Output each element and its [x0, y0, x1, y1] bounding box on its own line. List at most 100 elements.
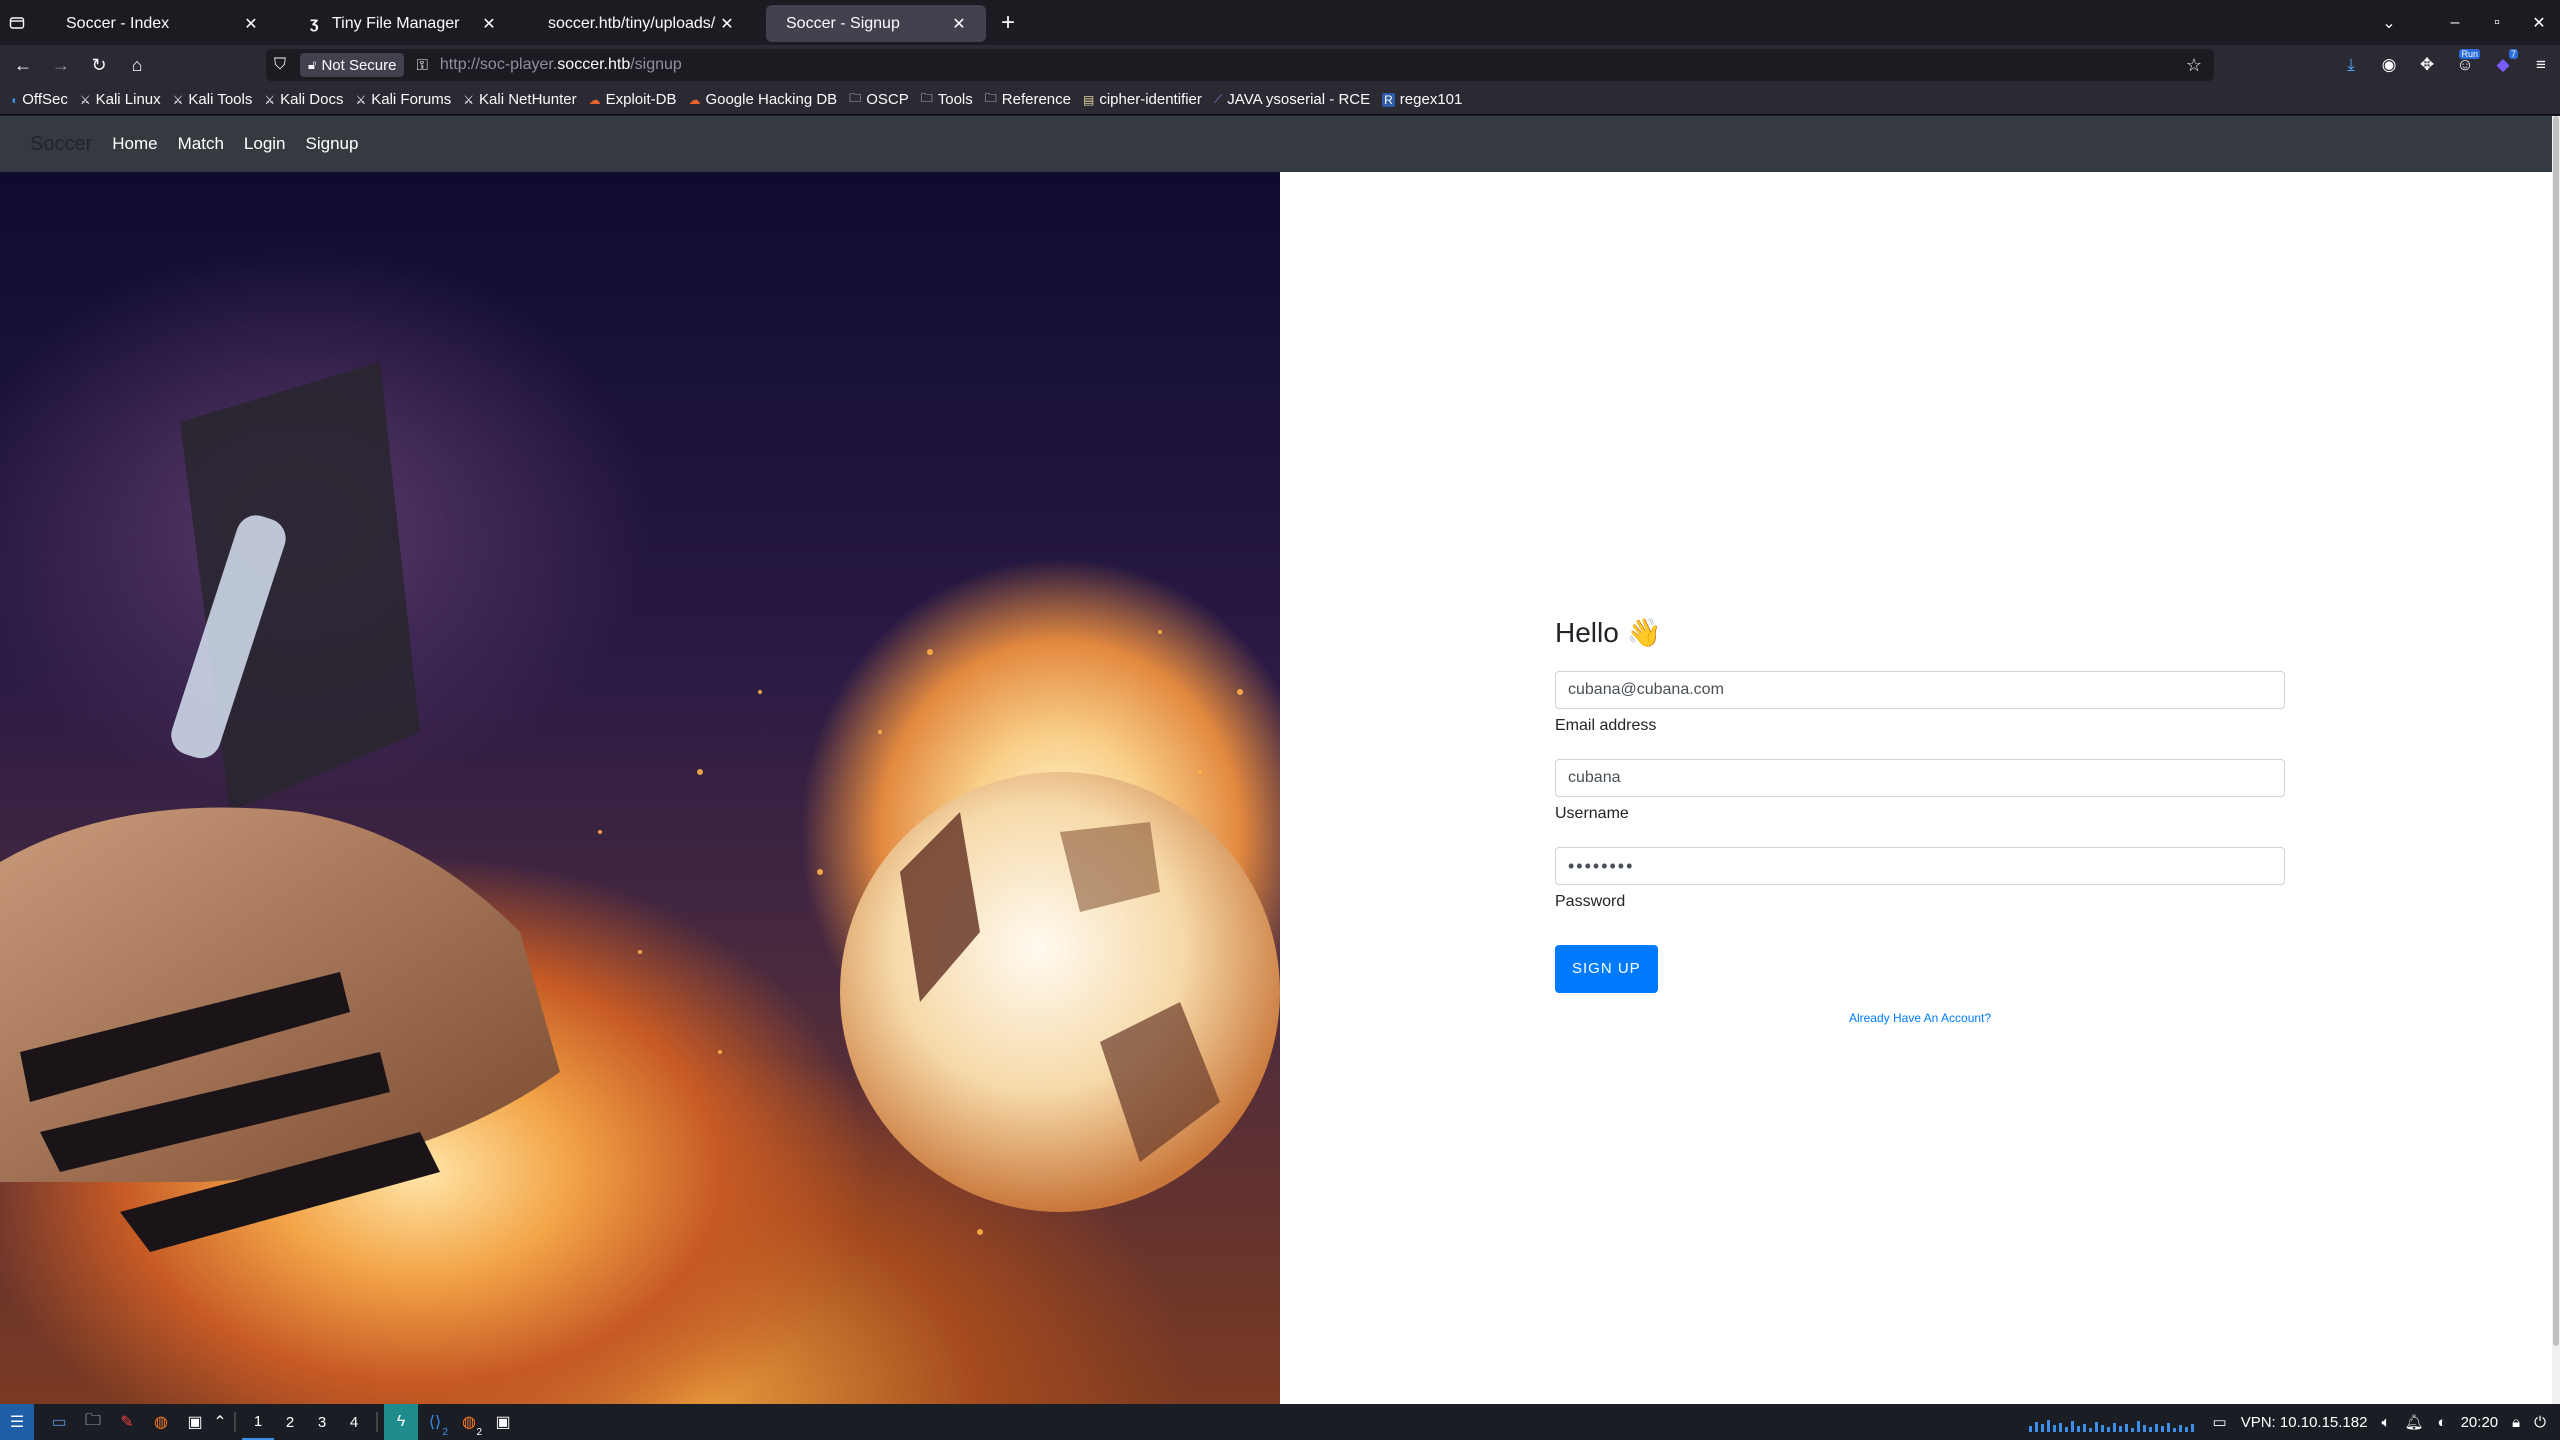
minimize-icon[interactable]: –: [2434, 0, 2476, 45]
bookmark-label: Kali Docs: [280, 91, 344, 108]
new-tab-icon[interactable]: +: [990, 5, 1026, 41]
tray-expand-icon[interactable]: ⌃: [212, 1404, 228, 1440]
text-editor-icon[interactable]: ✎: [110, 1404, 144, 1440]
firefox-icon[interactable]: ◍: [144, 1404, 178, 1440]
folder-icon: 🗀: [984, 91, 997, 105]
bookmark-folder-tools[interactable]: 🗀 Tools: [921, 89, 973, 110]
account-icon[interactable]: ◉: [2370, 45, 2408, 85]
list-all-tabs-icon[interactable]: ⌄: [2368, 0, 2410, 45]
url-prefix: http://soc-player.: [439, 56, 558, 73]
bookmark-label: Kali Linux: [95, 91, 161, 108]
extension-badge: 7: [2508, 49, 2518, 59]
signup-form: Hello 👋 cubana@cubana.com Email address …: [1555, 616, 2285, 1025]
extension-run-icon[interactable]: ☺ Run: [2446, 45, 2484, 85]
bookmark-kali-forums[interactable]: ⚔ Kali Forums: [355, 91, 451, 108]
terminal-icon[interactable]: ▣: [178, 1404, 212, 1440]
exploit-db-icon: ☁: [688, 92, 701, 107]
vpn-monitor-icon: ▭: [2212, 1414, 2227, 1431]
network-activity-graph: [2028, 1412, 2199, 1432]
bookmark-kali-docs[interactable]: ⚔ Kali Docs: [264, 91, 343, 108]
burp-icon[interactable]: ϟ: [384, 1404, 418, 1440]
lock-screen-icon[interactable]: 🔒︎: [2512, 1414, 2520, 1431]
browser-navigation-bar: ← → ↻ ⌂ ⛉ 🔓︎ Not Secure ⚿ http://soc-pla…: [0, 45, 2560, 85]
already-have-account-link[interactable]: Already Have An Account?: [1555, 1011, 2285, 1025]
volume-icon[interactable]: 🔈︎: [2381, 1414, 2390, 1431]
bookmark-kali-linux[interactable]: ⚔ Kali Linux: [80, 91, 161, 108]
reload-icon[interactable]: ↻: [82, 48, 116, 82]
email-label: Email address: [1555, 717, 1657, 734]
password-input[interactable]: ••••••••: [1555, 847, 2285, 885]
bookmark-regex101[interactable]: Rregex101: [1382, 91, 1462, 108]
desktop-taskbar: ☰ ▭ 🗀 ✎ ◍ ▣ ⌃ 1 2 3 4 ϟ ⟨⟩ 2 ◍ 2 ▣ ▭ VPN: …: [0, 1404, 2560, 1440]
bookmark-label: Google Hacking DB: [705, 91, 838, 108]
bookmark-label: cipher-identifier: [1099, 91, 1202, 108]
bookmark-google-hacking-db[interactable]: ☁ Google Hacking DB: [688, 91, 837, 108]
bookmark-kali-tools[interactable]: ⚔ Kali Tools: [173, 91, 253, 108]
url-text[interactable]: http://soc-player.soccer.htb/signup: [440, 56, 682, 74]
file-manager-icon[interactable]: 🗀: [76, 1404, 110, 1440]
bookmark-label: JAVA ysoserial - RCE: [1227, 91, 1371, 108]
show-desktop-icon[interactable]: ▭: [42, 1404, 76, 1440]
email-input[interactable]: cubana@cubana.com: [1555, 671, 2285, 709]
tab-close-icon[interactable]: ✕: [240, 13, 262, 35]
dragon-icon: ◖: [10, 92, 18, 107]
extension-shield-icon[interactable]: ◆ 7: [2484, 45, 2522, 85]
kali-menu-icon[interactable]: ☰: [0, 1404, 34, 1440]
home-icon[interactable]: ⌂: [120, 48, 154, 82]
tab-title: Soccer - Index: [66, 14, 170, 32]
firefox-window-icon[interactable]: ◍ 2: [452, 1404, 486, 1440]
tiny-file-manager-icon: ʒ: [310, 14, 319, 32]
downloads-icon[interactable]: ⤓: [2332, 45, 2370, 85]
bookmark-folder-reference[interactable]: 🗀 Reference: [985, 89, 1071, 110]
nav-link-home[interactable]: Home: [112, 134, 157, 154]
nav-link-match[interactable]: Match: [178, 134, 224, 154]
vscode-icon[interactable]: ⟨⟩ 2: [418, 1404, 452, 1440]
back-icon[interactable]: ←: [6, 48, 40, 82]
workspace-1[interactable]: 1: [242, 1404, 274, 1440]
form-heading: Hello 👋: [1555, 617, 1662, 648]
nav-link-login[interactable]: Login: [244, 134, 286, 154]
tracking-shield-icon[interactable]: ⛉: [274, 56, 296, 74]
close-window-icon[interactable]: ✕: [2518, 0, 2560, 45]
clock[interactable]: 20:20: [2461, 1414, 2499, 1431]
tab-tiny-file-manager[interactable]: ʒ Tiny File Manager ✕: [290, 5, 516, 42]
site-brand[interactable]: Soccer: [30, 133, 92, 156]
terminal-window-icon[interactable]: ▣: [486, 1404, 520, 1440]
url-bar[interactable]: ⛉ 🔓︎ Not Secure ⚿ http://soc-player.socc…: [266, 49, 2214, 81]
tab-soccer-signup[interactable]: Soccer - Signup ✕: [766, 5, 986, 42]
maximize-icon[interactable]: ▫: [2476, 0, 2518, 45]
tab-close-icon[interactable]: ✕: [948, 13, 970, 35]
logout-icon[interactable]: ⏻: [2534, 1414, 2546, 1431]
app-menu-icon[interactable]: ≡: [2522, 45, 2560, 85]
scrollbar-thumb[interactable]: [2553, 116, 2559, 1346]
forward-icon[interactable]: →: [44, 48, 78, 82]
bookmark-folder-oscp[interactable]: 🗀 OSCP: [849, 89, 909, 110]
tab-close-icon[interactable]: ✕: [716, 13, 738, 35]
bookmark-star-icon[interactable]: ☆: [2186, 55, 2202, 76]
sign-up-button[interactable]: SIGN UP: [1555, 945, 1658, 993]
bookmark-label: Reference: [1001, 91, 1071, 108]
workspace-3[interactable]: 3: [306, 1404, 338, 1440]
page-scrollbar[interactable]: [2552, 116, 2560, 1404]
notifications-icon[interactable]: 🔔︎: [2404, 1413, 2423, 1431]
username-input[interactable]: cubana: [1555, 759, 2285, 797]
bookmark-offsec[interactable]: ◖ OffSec: [10, 91, 68, 108]
kali-icon: ⚔: [79, 92, 91, 107]
workspace-4[interactable]: 4: [338, 1404, 370, 1440]
bookmark-cipher-identifier[interactable]: ▤ cipher-identifier: [1083, 91, 1202, 108]
bookmark-exploit-db[interactable]: ☁ Exploit-DB: [589, 91, 677, 108]
extensions-icon[interactable]: ✥: [2408, 45, 2446, 85]
tab-soccer-index[interactable]: Soccer - Index ✕: [46, 5, 278, 42]
power-manager-icon[interactable]: ◐: [2438, 1414, 2447, 1431]
workspace-2[interactable]: 2: [274, 1404, 306, 1440]
tab-uploads-shell[interactable]: soccer.htb/tiny/uploads/shell ✕: [528, 5, 754, 42]
bookmark-java-ysoserial[interactable]: ⟋ JAVA ysoserial - RCE: [1214, 91, 1370, 108]
nav-link-signup[interactable]: Signup: [306, 134, 359, 154]
vpn-status: VPN: 10.10.15.182: [2240, 1413, 2368, 1431]
tab-close-icon[interactable]: ✕: [478, 13, 500, 35]
tab-list-icon[interactable]: [0, 0, 34, 45]
site-security-indicator[interactable]: 🔓︎ Not Secure: [300, 53, 405, 77]
permissions-key-icon[interactable]: ⚿: [416, 57, 427, 74]
bookmark-kali-nethunter[interactable]: ⚔ Kali NetHunter: [463, 91, 576, 108]
taskbar-separator: [234, 1412, 236, 1432]
